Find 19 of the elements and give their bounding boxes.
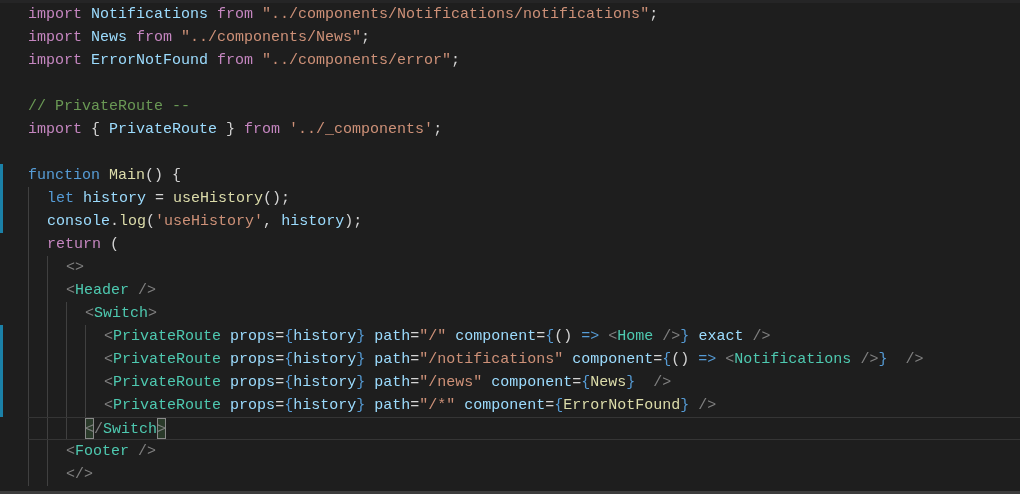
code-line: <PrivateRoute props={history} path="/news" component={News} /> [104,373,672,392]
code-line: <> [66,258,85,277]
code-line: function Main() { [28,166,182,185]
code-comment: // PrivateRoute -- [28,97,191,116]
code-line: <Switch> [85,304,158,323]
code-line: </Switch> [85,418,167,439]
code-line: import ErrorNotFound from "../components/error"; [28,51,461,70]
code-line: import News from "../components/News"; [28,28,371,47]
code-line: <PrivateRoute props={history} path="/notifications" component={() => <Notifications />} /> [104,350,924,369]
code-line: <PrivateRoute props={history} path="/" component={() => <Home />} exact /> [104,327,771,346]
code-line: import Notifications from "../components/Notifications/notifications"; [28,5,659,24]
code-line: <Header /> [66,281,157,300]
code-line: let history = useHistory(); [47,189,291,208]
code-line: </> [66,465,94,484]
code-line: import { PrivateRoute } from '../_components'; [28,120,443,139]
code-line: return ( [47,235,120,254]
code-line: <Footer /> [66,442,157,461]
code-line: <PrivateRoute props={history} path="/*" component={ErrorNotFound} /> [104,396,717,415]
code-line: console.log('useHistory', history); [47,212,363,231]
